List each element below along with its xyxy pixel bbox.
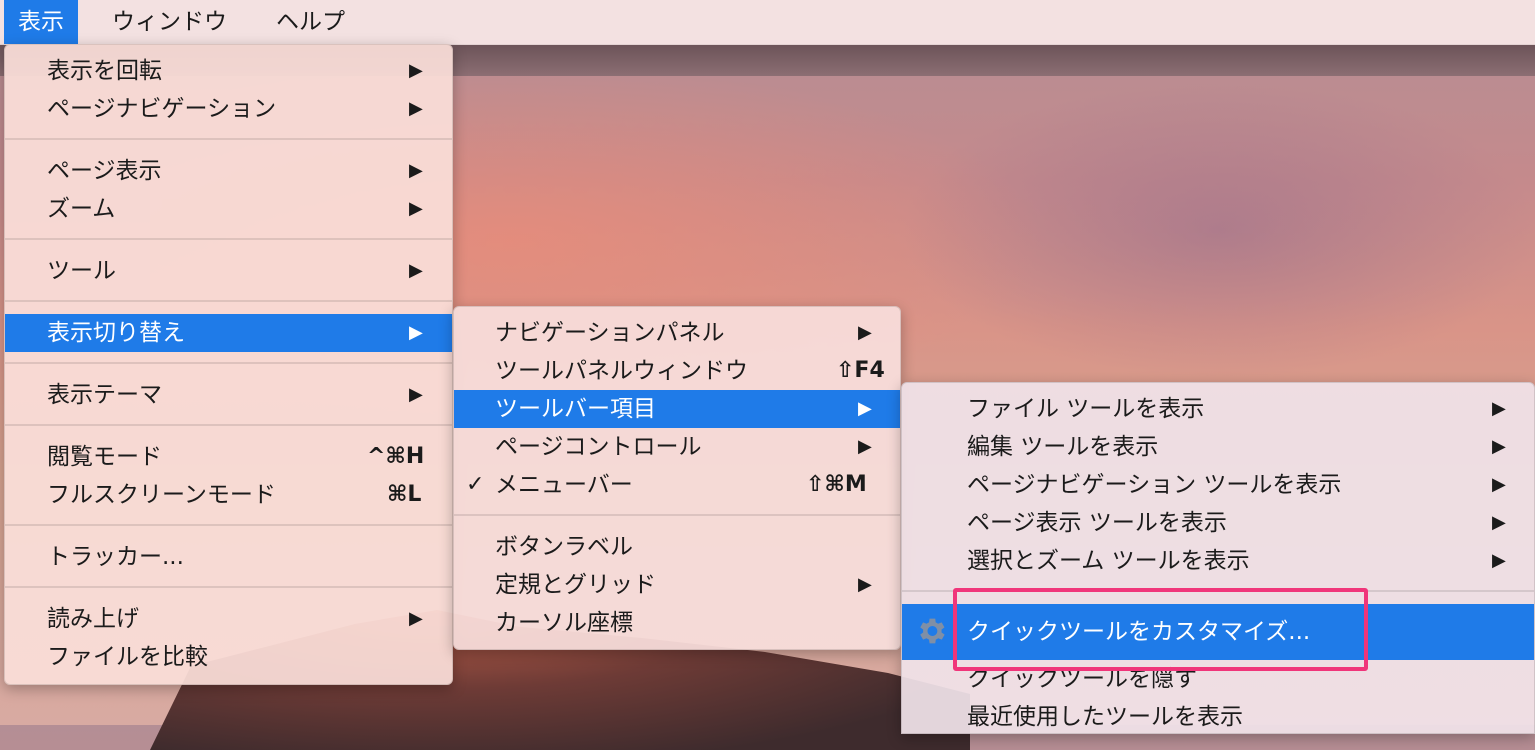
- menu-item-rotate-view[interactable]: 表示を回転 ▶: [5, 52, 452, 90]
- menu-item-label: 読み上げ: [47, 606, 139, 632]
- menu-item-label: メニューバー: [495, 472, 633, 498]
- menu-item-label: ツールパネルウィンドウ: [495, 358, 748, 384]
- menu-item-toolbar-items[interactable]: ツールバー項目 ▶: [454, 390, 900, 428]
- menu-separator: [5, 524, 452, 526]
- submenu-arrow-icon: ▶: [1492, 550, 1506, 571]
- submenu-arrow-icon: ▶: [409, 198, 423, 219]
- menu-separator: [5, 238, 452, 240]
- menu-item-shortcut: ⇧⌘M: [806, 472, 867, 497]
- menu-item-cursor-coordinates[interactable]: カーソル座標: [454, 604, 900, 642]
- menu-item-label: ページ表示: [47, 158, 162, 184]
- submenu-arrow-icon: ▶: [858, 398, 872, 419]
- menu-item-label: ズーム: [47, 196, 116, 222]
- menu-separator: [5, 424, 452, 426]
- submenu-arrow-icon: ▶: [409, 98, 423, 119]
- menu-item-page-navigation[interactable]: ページナビゲーション ▶: [5, 90, 452, 128]
- submenu-arrow-icon: ▶: [409, 384, 423, 405]
- toolbar-items-submenu: ファイル ツールを表示 ▶ 編集 ツールを表示 ▶ ページナビゲーション ツール…: [901, 382, 1535, 734]
- menu-item-show-recent-tools[interactable]: 最近使用したツールを表示: [902, 698, 1534, 736]
- show-hide-submenu: ナビゲーションパネル ▶ ツールパネルウィンドウ ⇧F4 ツールバー項目 ▶ ペ…: [453, 306, 901, 650]
- submenu-arrow-icon: ▶: [858, 322, 872, 343]
- menubar-view[interactable]: 表示: [4, 0, 78, 44]
- menu-item-page-display[interactable]: ページ表示 ▶: [5, 152, 452, 190]
- menu-item-label: 最近使用したツールを表示: [967, 704, 1243, 730]
- menu-item-menu-bar[interactable]: ✓ メニューバー ⇧⌘M: [454, 466, 900, 504]
- gear-icon: [920, 618, 945, 644]
- submenu-arrow-icon: ▶: [409, 608, 423, 629]
- menu-item-label: ページナビゲーション ツールを表示: [967, 472, 1342, 498]
- menu-item-label: ツールバー項目: [495, 396, 656, 422]
- submenu-arrow-icon: ▶: [409, 60, 423, 81]
- menu-separator: [454, 514, 900, 516]
- menu-item-label: ページコントロール: [495, 434, 702, 460]
- menu-item-page-controls[interactable]: ページコントロール ▶: [454, 428, 900, 466]
- menu-item-label: ツール: [47, 258, 116, 284]
- menu-item-show-select-zoom-tools[interactable]: 選択とズーム ツールを表示 ▶: [902, 542, 1534, 580]
- submenu-arrow-icon: ▶: [1492, 436, 1506, 457]
- submenu-arrow-icon: ▶: [1492, 398, 1506, 419]
- menu-item-label: ボタンラベル: [495, 534, 633, 560]
- submenu-arrow-icon: ▶: [1492, 512, 1506, 533]
- menu-item-tools[interactable]: ツール ▶: [5, 252, 452, 290]
- menu-item-reading-mode[interactable]: 閲覧モード ^⌘H: [5, 438, 452, 476]
- submenu-arrow-icon: ▶: [858, 574, 872, 595]
- menu-separator: [5, 300, 452, 302]
- submenu-arrow-icon: ▶: [858, 436, 872, 457]
- menu-item-label: 閲覧モード: [47, 444, 162, 470]
- menu-item-label: ファイルを比較: [47, 644, 208, 670]
- menu-item-show-edit-tools[interactable]: 編集 ツールを表示 ▶: [902, 428, 1534, 466]
- menu-item-label: 選択とズーム ツールを表示: [967, 548, 1250, 574]
- menu-item-label: 編集 ツールを表示: [967, 434, 1159, 460]
- menu-item-button-labels[interactable]: ボタンラベル: [454, 528, 900, 566]
- menubar-help[interactable]: ヘルプ: [262, 0, 359, 44]
- menu-item-label: 表示切り替え: [47, 320, 185, 346]
- menu-item-label: 表示テーマ: [47, 382, 162, 408]
- menu-separator: [5, 138, 452, 140]
- menu-item-label: 表示を回転: [47, 58, 162, 84]
- menu-item-label: トラッカー...: [47, 544, 184, 570]
- checkmark-icon: ✓: [466, 472, 485, 497]
- menu-item-display-theme[interactable]: 表示テーマ ▶: [5, 376, 452, 414]
- menu-item-shortcut: ⇧F4: [836, 358, 885, 383]
- submenu-arrow-icon: ▶: [409, 160, 423, 181]
- menu-item-compare-files[interactable]: ファイルを比較: [5, 638, 452, 676]
- menu-item-zoom[interactable]: ズーム ▶: [5, 190, 452, 228]
- menu-item-show-page-navigation-tools[interactable]: ページナビゲーション ツールを表示 ▶: [902, 466, 1534, 504]
- submenu-arrow-icon: ▶: [409, 260, 423, 281]
- menu-item-label: カーソル座標: [495, 610, 633, 636]
- menu-item-navigation-panes[interactable]: ナビゲーションパネル ▶: [454, 314, 900, 352]
- menu-item-show-hide[interactable]: 表示切り替え ▶: [5, 314, 452, 352]
- menu-item-tracker[interactable]: トラッカー...: [5, 538, 452, 576]
- view-menu: 表示を回転 ▶ ページナビゲーション ▶ ページ表示 ▶ ズーム ▶ ツール ▶…: [4, 44, 453, 685]
- menu-separator: [5, 362, 452, 364]
- menubar-window[interactable]: ウィンドウ: [98, 0, 241, 44]
- menu-item-read-aloud[interactable]: 読み上げ ▶: [5, 600, 452, 638]
- menu-bar: 表示 ウィンドウ ヘルプ: [0, 0, 1535, 45]
- annotation-highlight-box: [953, 588, 1368, 671]
- menu-item-full-screen-mode[interactable]: フルスクリーンモード ⌘L: [5, 476, 452, 514]
- menu-item-label: ページナビゲーション: [47, 96, 277, 122]
- menu-item-label: フルスクリーンモード: [47, 482, 276, 508]
- menu-item-shortcut: ^⌘H: [367, 444, 425, 469]
- menu-item-label: ナビゲーションパネル: [495, 320, 725, 346]
- menu-separator: [5, 586, 452, 588]
- submenu-arrow-icon: ▶: [409, 322, 423, 343]
- menu-item-show-file-tools[interactable]: ファイル ツールを表示 ▶: [902, 390, 1534, 428]
- menu-item-shortcut: ⌘L: [387, 482, 422, 507]
- menu-item-label: ページ表示 ツールを表示: [967, 510, 1227, 536]
- menu-item-label: 定規とグリッド: [495, 572, 656, 598]
- submenu-arrow-icon: ▶: [1492, 474, 1506, 495]
- menu-item-tools-pane-window[interactable]: ツールパネルウィンドウ ⇧F4: [454, 352, 900, 390]
- menu-item-label: ファイル ツールを表示: [967, 396, 1205, 422]
- menu-item-show-page-display-tools[interactable]: ページ表示 ツールを表示 ▶: [902, 504, 1534, 542]
- menu-item-rulers-grids[interactable]: 定規とグリッド ▶: [454, 566, 900, 604]
